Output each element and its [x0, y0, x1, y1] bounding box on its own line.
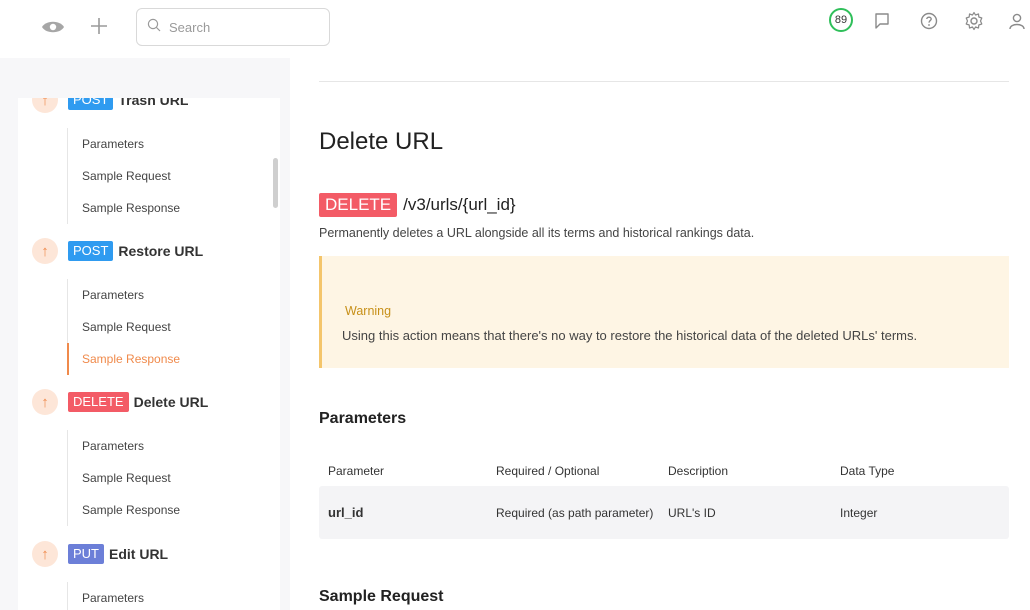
arrow-up-icon: ↑ [32, 541, 58, 567]
endpoint-name: Restore URL [118, 243, 204, 259]
param-name: url_id [328, 505, 364, 520]
arrow-up-icon: ↑ [32, 98, 58, 113]
column-header: Description [668, 464, 729, 478]
sub-sample-response[interactable]: Sample Response [67, 494, 180, 526]
help-icon[interactable] [917, 9, 941, 33]
sidebar-item-delete-url[interactable]: ↑ DELETE Delete URL [32, 389, 208, 415]
method-badge: POST [68, 241, 114, 261]
eye-icon[interactable] [40, 14, 66, 40]
sub-sample-request[interactable]: Sample Request [67, 311, 180, 343]
sidebar-item-edit-url[interactable]: ↑ PUT Edit URL [32, 541, 168, 567]
sub-sample-response[interactable]: Sample Response [67, 192, 180, 224]
search-input[interactable] [169, 19, 319, 35]
warning-text: Using this action means that there's no … [342, 328, 918, 343]
sidebar-item-restore-url[interactable]: ↑ POST Restore URL [32, 238, 203, 264]
endpoint-name: Trash URL [118, 98, 189, 108]
param-type: Integer [840, 505, 878, 520]
comment-icon[interactable] [870, 9, 894, 33]
arrow-up-icon: ↑ [32, 389, 58, 415]
sub-sample-response-active[interactable]: Sample Response [67, 343, 180, 375]
subitems-delete-url: Parameters Sample Request Sample Respons… [67, 430, 180, 526]
method-badge: DELETE [319, 193, 398, 217]
subitems-trash-url: Parameters Sample Request Sample Respons… [67, 128, 180, 224]
score-badge[interactable]: 89 [829, 8, 853, 32]
table-header: Parameter Required / Optional Descriptio… [319, 456, 1009, 486]
param-description: URL's ID [668, 505, 716, 520]
method-badge: PUT [68, 544, 104, 564]
sub-parameters[interactable]: Parameters [67, 430, 180, 462]
endpoint-name: Edit URL [109, 546, 169, 562]
endpoint-name: Delete URL [133, 394, 209, 410]
sub-parameters[interactable]: Parameters [67, 128, 180, 160]
subitems-edit-url: Parameters [67, 582, 144, 610]
table-row: url_id Required (as path parameter) URL'… [319, 486, 1009, 539]
endpoint-path: /v3/urls/{url_id} [403, 195, 516, 214]
column-header: Parameter [328, 464, 385, 478]
sub-parameters[interactable]: Parameters [67, 582, 144, 610]
parameters-heading: Parameters [319, 410, 407, 427]
sub-parameters[interactable]: Parameters [67, 279, 180, 311]
sidebar-viewport: ↑ POST Trash URL Parameters Sample Reque… [18, 98, 280, 610]
sample-request-heading: Sample Request [319, 588, 444, 605]
endpoint-description: Permanently deletes a URL alongside all … [319, 226, 755, 240]
search-box[interactable] [136, 8, 330, 46]
method-badge: POST [68, 98, 114, 110]
warning-title: Warning [345, 304, 392, 318]
main-content: Delete URL DELETE /v3/urls/{url_id} Perm… [290, 58, 1030, 610]
endpoint-signature: DELETE /v3/urls/{url_id} [319, 193, 516, 217]
subitems-restore-url: Parameters Sample Request Sample Respons… [67, 279, 180, 375]
sidebar-item-trash-url[interactable]: ↑ POST Trash URL [32, 98, 188, 113]
param-required: Required (as path parameter) [496, 505, 654, 520]
warning-callout: Warning Using this action means that the… [319, 256, 1009, 368]
search-icon [147, 18, 161, 37]
sub-sample-request[interactable]: Sample Request [67, 160, 180, 192]
arrow-up-icon: ↑ [32, 238, 58, 264]
column-header: Required / Optional [496, 464, 600, 478]
method-badge: DELETE [68, 392, 129, 412]
parameters-table: Parameter Required / Optional Descriptio… [319, 456, 1009, 539]
plus-icon[interactable] [86, 12, 112, 40]
sub-sample-request[interactable]: Sample Request [67, 462, 180, 494]
column-header: Data Type [840, 464, 895, 478]
top-bar: 89 [0, 0, 1030, 58]
page-title: Delete URL [319, 128, 444, 155]
divider [319, 81, 1009, 82]
gear-icon[interactable] [962, 9, 986, 33]
user-icon[interactable] [1005, 9, 1029, 33]
